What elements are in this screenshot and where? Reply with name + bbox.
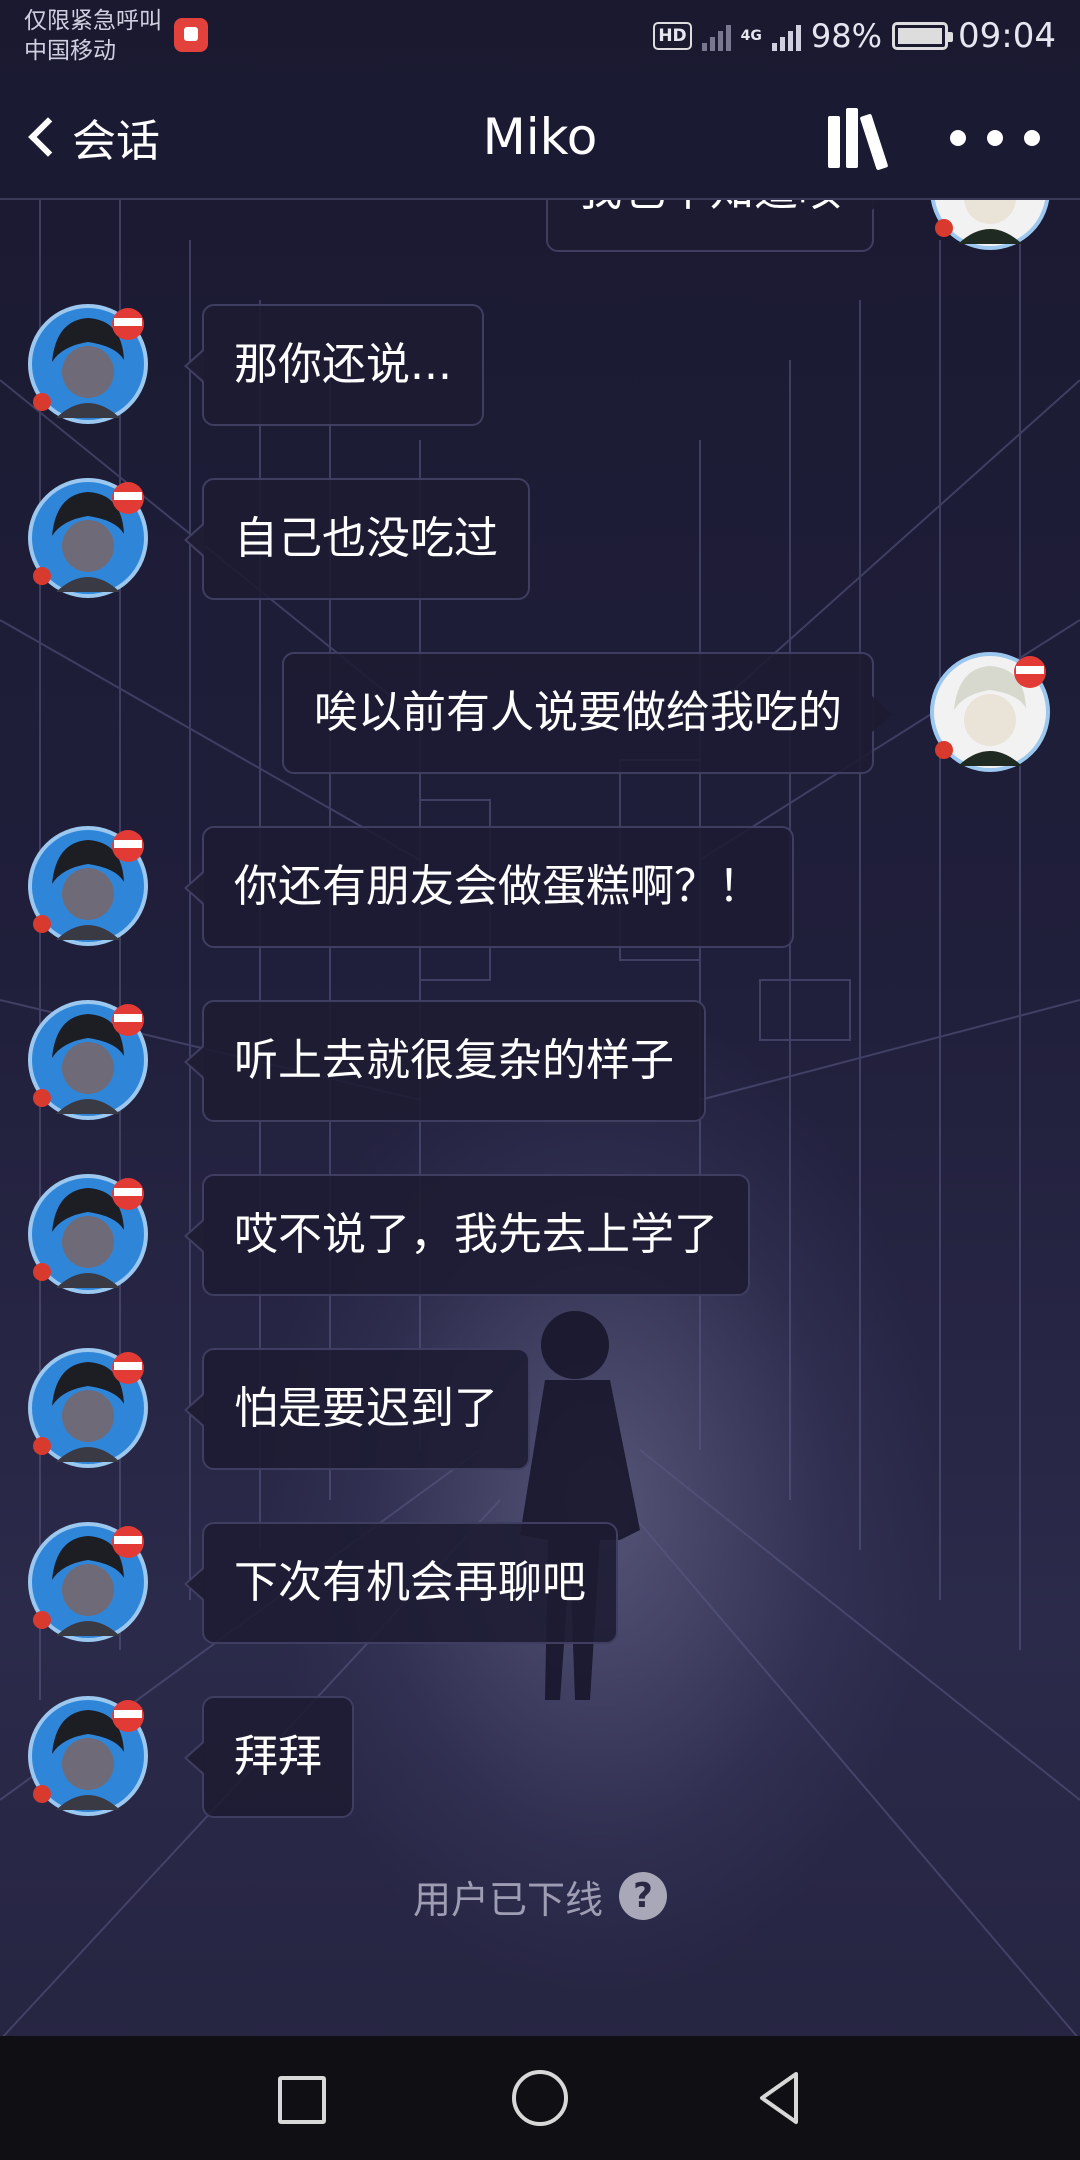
network-type: 4G <box>740 28 762 44</box>
received-message-bubble[interactable]: 拜拜 <box>184 1696 354 1818</box>
back-label: 会话 <box>72 116 160 167</box>
more-dot-icon <box>1024 130 1040 146</box>
system-nav-bar <box>0 2036 1080 2160</box>
battery-percent: 98% <box>810 17 883 55</box>
received-message-bubble[interactable]: 哎不说了，我先去上学了 <box>184 1174 750 1296</box>
sent-message-bubble[interactable]: 我也不知道咳 <box>546 200 892 252</box>
received-message-bubble[interactable]: 自己也没吃过 <box>184 478 530 600</box>
message-row: 自己也没吃过 <box>0 474 1080 604</box>
carrier-info: 仅限紧急呼叫 中国移动 <box>24 6 162 66</box>
message-row: 那你还说... <box>0 300 1080 430</box>
contact-avatar[interactable] <box>26 1346 150 1470</box>
more-options-button[interactable] <box>950 110 1040 166</box>
message-row: 你还有朋友会做蛋糕啊？！ <box>0 822 1080 952</box>
message-row: 唉以前有人说要做给我吃的 <box>0 648 1080 778</box>
status-indicators: HD 4G 98% 09:04 <box>653 14 1056 58</box>
carrier-line-1: 仅限紧急呼叫 <box>24 8 162 34</box>
message-row: 怕是要迟到了 <box>0 1344 1080 1474</box>
contact-avatar[interactable] <box>26 1172 150 1296</box>
help-icon[interactable]: ? <box>619 1872 667 1920</box>
self-avatar[interactable] <box>928 650 1052 774</box>
sent-message-bubble[interactable]: 唉以前有人说要做给我吃的 <box>282 652 892 774</box>
contact-avatar[interactable] <box>26 824 150 948</box>
message-list: 我也不知道咳那你还说... 自己也没吃过唉以前有人说要做给我吃的你还有朋友会做蛋糕… <box>0 200 1080 2036</box>
received-message-bubble[interactable]: 你还有朋友会做蛋糕啊？！ <box>184 826 794 948</box>
home-icon[interactable] <box>508 2066 572 2130</box>
message-row: 我也不知道咳 <box>0 200 1080 256</box>
more-dot-icon <box>987 130 1003 146</box>
back-triangle-icon[interactable] <box>748 2066 812 2130</box>
chat-screen: 仅限紧急呼叫 中国移动 HD 4G 98% 09:04 会话 Miko 那你还说… <box>0 0 1080 2160</box>
offline-text: 用户已下线 <box>412 1877 603 1922</box>
recent-apps-icon[interactable] <box>268 2066 332 2130</box>
battery-icon <box>892 22 954 50</box>
contact-avatar[interactable] <box>26 302 150 426</box>
received-message-bubble[interactable]: 怕是要迟到了 <box>184 1348 530 1470</box>
message-row: 哎不说了，我先去上学了 <box>0 1170 1080 1300</box>
status-bar: 仅限紧急呼叫 中国移动 HD 4G 98% 09:04 <box>0 0 1080 72</box>
carrier-line-2: 中国移动 <box>24 38 116 64</box>
offline-notice: 用户已下线 ? <box>0 1866 1080 1926</box>
signal-sim1-icon <box>701 21 731 51</box>
contact-avatar[interactable] <box>26 998 150 1122</box>
chat-title: Miko <box>482 108 598 166</box>
signal-sim2-icon <box>771 21 801 51</box>
message-row: 拜拜 <box>0 1692 1080 1822</box>
received-message-bubble[interactable]: 听上去就很复杂的样子 <box>184 1000 706 1122</box>
contact-avatar[interactable] <box>26 476 150 600</box>
back-chevron-icon <box>28 117 68 157</box>
self-avatar[interactable] <box>928 200 1052 252</box>
clock: 09:04 <box>958 16 1056 56</box>
contact-avatar[interactable] <box>26 1694 150 1818</box>
chat-header: 会话 Miko <box>0 72 1080 200</box>
bookshelf-icon[interactable] <box>824 104 896 176</box>
received-message-bubble[interactable]: 那你还说... <box>184 304 484 426</box>
message-row: 听上去就很复杂的样子 <box>0 996 1080 1126</box>
hd-voice-badge: HD <box>653 22 692 50</box>
message-row: 下次有机会再聊吧 <box>0 1518 1080 1648</box>
more-dot-icon <box>950 130 966 146</box>
back-button[interactable]: 会话 <box>24 102 160 172</box>
received-message-bubble[interactable]: 下次有机会再聊吧 <box>184 1522 618 1644</box>
app-notification-icon <box>174 18 208 52</box>
contact-avatar[interactable] <box>26 1520 150 1644</box>
